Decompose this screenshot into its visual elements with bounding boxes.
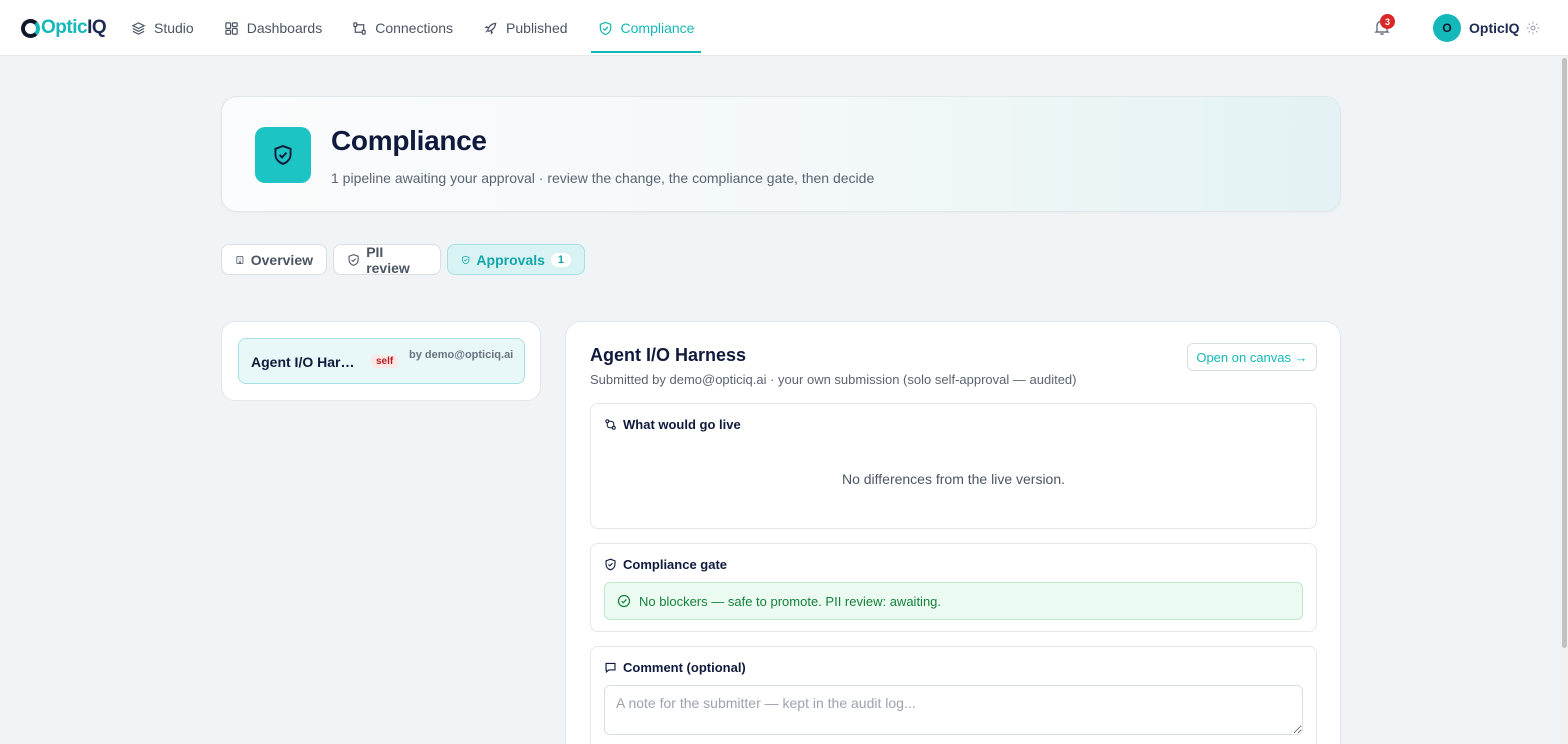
list-item-submitter: by demo@opticiq.ai xyxy=(409,349,514,361)
rocket-icon xyxy=(484,22,497,35)
tab-label: Approvals xyxy=(476,251,545,268)
open-on-canvas-button[interactable]: Open on canvas → xyxy=(1187,343,1317,371)
shield-check-icon xyxy=(605,558,616,571)
main-nav: Studio Dashboards Connections Published … xyxy=(124,0,717,56)
approval-queue: Agent I/O Harness self by demo@opticiq.a… xyxy=(221,321,541,401)
scrollbar-thumb[interactable] xyxy=(1562,58,1567,648)
gate-status-text: No blockers — safe to promote. PII revie… xyxy=(639,593,942,609)
message-square-icon xyxy=(605,662,616,674)
page-title: Compliance xyxy=(331,125,487,156)
diff-empty-message: No differences from the live version. xyxy=(841,471,1066,487)
tab-approvals[interactable]: Approvals 1 xyxy=(447,244,585,275)
nav-item-label: Studio xyxy=(154,20,194,36)
logo-text-iq: IQ xyxy=(87,17,107,38)
nav-item-label: Connections xyxy=(375,20,454,36)
check-circle-icon xyxy=(617,594,631,608)
top-navigation-bar: Optic IQ Studio Dashboards Connections P… xyxy=(0,0,1568,56)
nav-item-dashboards[interactable]: Dashboards xyxy=(217,0,330,56)
tab-overview[interactable]: Overview xyxy=(221,244,327,275)
nav-item-label: Published xyxy=(506,20,568,36)
page-header-card: Compliance 1 pipeline awaiting your appr… xyxy=(221,96,1341,212)
diff-heading-label: What would go live xyxy=(623,417,741,432)
comment-section: Comment (optional) xyxy=(590,646,1317,744)
layers-icon xyxy=(131,21,146,35)
diff-heading: What would go live xyxy=(604,417,741,432)
tab-label: Overview xyxy=(250,251,313,268)
detail-subtitle: Submitted by demo@opticiq.ai · your own … xyxy=(590,372,1077,387)
gear-icon[interactable] xyxy=(1526,21,1540,35)
dashboard-icon xyxy=(224,21,238,35)
shield-icon xyxy=(348,253,359,266)
comment-textarea[interactable] xyxy=(604,685,1303,735)
page-subtitle: 1 pipeline awaiting your approval · revi… xyxy=(331,170,875,186)
logo-mark-icon xyxy=(21,18,40,38)
tab-count-badge: 1 xyxy=(550,252,571,267)
logo-text-optic: Optic xyxy=(41,17,88,38)
nav-item-label: Dashboards xyxy=(246,20,323,36)
nav-item-compliance[interactable]: Compliance xyxy=(590,0,702,56)
building-icon xyxy=(236,255,244,264)
comment-heading: Comment (optional) xyxy=(604,660,746,675)
self-badge: self xyxy=(371,355,399,368)
opticiq-logo[interactable]: Optic IQ xyxy=(21,16,107,40)
compliance-shield-icon xyxy=(255,127,311,183)
nav-item-published[interactable]: Published xyxy=(476,0,575,56)
gate-heading: Compliance gate xyxy=(604,557,727,572)
gate-status-banner: No blockers — safe to promote. PII revie… xyxy=(604,582,1303,620)
comment-heading-label: Comment (optional) xyxy=(623,660,746,675)
tab-label: PII review xyxy=(366,243,410,276)
notification-count-badge: 3 xyxy=(1380,14,1395,29)
compliance-gate-section: Compliance gate No blockers — safe to pr… xyxy=(590,543,1317,632)
git-compare-icon xyxy=(605,419,616,430)
diff-section: What would go live No differences from t… xyxy=(590,403,1317,529)
avatar[interactable]: O xyxy=(1433,14,1461,42)
shield-check-icon xyxy=(462,255,470,264)
connections-icon xyxy=(353,21,366,35)
tab-pii-review[interactable]: PII review xyxy=(333,243,441,276)
nav-item-connections[interactable]: Connections xyxy=(345,0,460,56)
approval-detail-panel: Agent I/O Harness Submitted by demo@opti… xyxy=(565,321,1341,744)
shield-icon xyxy=(599,21,611,35)
user-name[interactable]: OpticIQ xyxy=(1469,20,1520,36)
detail-title: Agent I/O Harness xyxy=(590,345,747,365)
nav-item-studio[interactable]: Studio xyxy=(124,0,201,56)
nav-item-label: Compliance xyxy=(620,20,695,36)
gate-heading-label: Compliance gate xyxy=(623,557,728,572)
list-item[interactable]: Agent I/O Harness self by demo@opticiq.a… xyxy=(238,338,525,384)
list-item-title: Agent I/O Harness xyxy=(251,354,363,370)
